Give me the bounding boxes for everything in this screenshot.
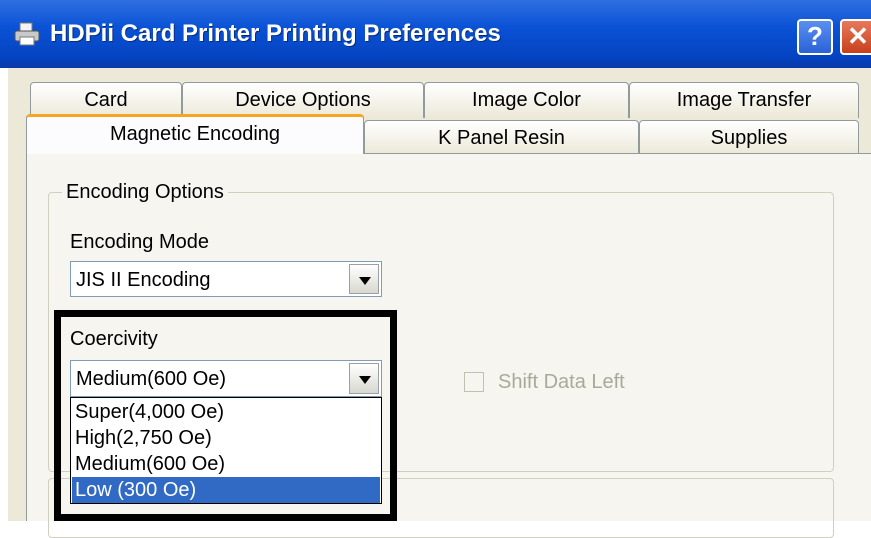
shift-data-left-checkbox[interactable] [464,372,484,392]
tab-card[interactable]: Card [30,82,182,118]
printer-icon [14,22,40,46]
encoding-options-legend: Encoding Options [62,181,228,204]
tab-supplies[interactable]: Supplies [639,120,859,154]
tab-image-color[interactable]: Image Color [424,82,629,118]
title-bar: HDPii Card Printer Printing Preferences … [0,0,871,68]
tab-image-transfer[interactable]: Image Transfer [629,82,859,118]
encoding-mode-value: JIS II Encoding [76,269,211,291]
help-button[interactable]: ? [797,19,833,55]
encoding-mode-select[interactable]: JIS II Encoding [70,261,382,297]
tab-k-panel-resin[interactable]: K Panel Resin [364,120,639,154]
tab-magnetic-encoding[interactable]: Magnetic Encoding [26,114,364,154]
callout-highlight-box [54,310,397,521]
encoding-mode-label: Encoding Mode [70,231,209,253]
close-button[interactable]: ✕ [840,19,871,55]
tab-device-options[interactable]: Device Options [182,82,424,118]
chevron-down-icon[interactable] [349,264,379,294]
window-title: HDPii Card Printer Printing Preferences [50,20,501,47]
shift-data-left-label: Shift Data Left [498,371,625,393]
